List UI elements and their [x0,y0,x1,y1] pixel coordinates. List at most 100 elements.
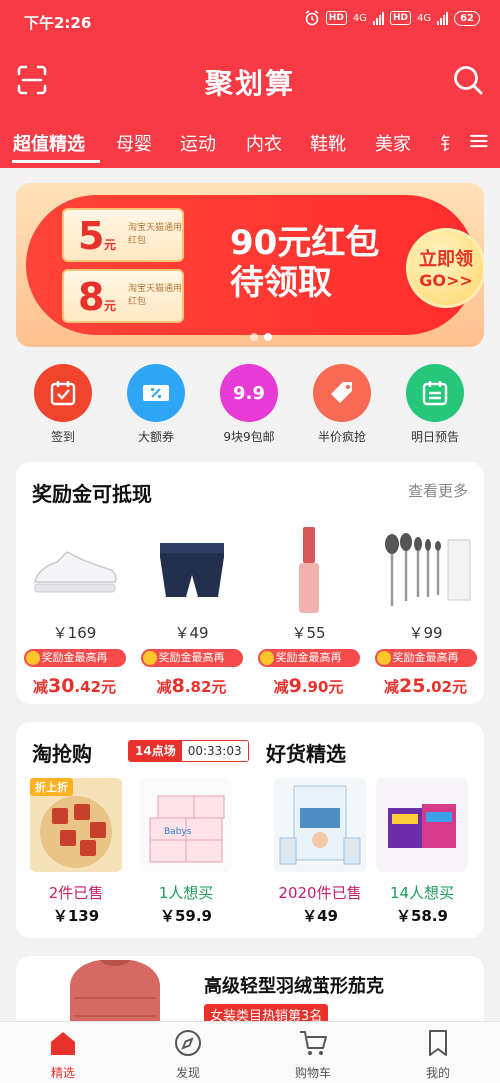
discount-amount: 减25.02元 [367,675,484,697]
category-tabs: 超值精选 母婴 运动 内衣 鞋靴 美家 钅 [0,118,500,164]
nav-featured[interactable]: 精选 [23,1028,103,1081]
svg-text:Babys: Babys [164,827,192,837]
page-title: 聚划算 [204,67,295,100]
tab-baby[interactable]: 母婴 [116,130,152,156]
tab-sports[interactable]: 运动 [180,130,216,156]
quick-label: 签到 [50,430,75,444]
session-label: 14点场 [129,741,182,761]
milk-powder-image [274,778,366,872]
discount-main: 25 [398,675,426,697]
pads-image [376,778,468,872]
sale-price: ￥139 [52,907,100,925]
coin-icon [25,651,40,665]
quick-half-price[interactable]: 半价疯抢 [296,364,388,445]
active-tab-indicator [12,160,100,163]
menu-icon[interactable] [462,128,490,154]
product-card[interactable]: ￥55 奖励金最高再 减9.90元 [250,522,367,697]
signal-icon [372,11,384,25]
nav-cart[interactable]: 购物车 [273,1028,353,1081]
price-9-9-icon: 9.9 [220,364,278,422]
discount-main: 8 [171,675,185,697]
reward-tag-label: 奖励金最高再 [392,651,459,664]
tissue-image: Babys [140,778,232,872]
tab-home[interactable]: 美家 [375,130,411,156]
product-card[interactable]: ￥99 奖励金最高再 减25.02元 [367,522,484,697]
claim-label: 立即领 [419,249,473,270]
discount-prefix: 减 [383,678,399,696]
reward-section: 奖励金可抵现 查看更多 ￥169 奖励金最高再 减30.42元 ￥49 奖励金最… [16,462,484,704]
tab-underwear[interactable]: 内衣 [246,130,282,156]
flash-sale-item[interactable]: Babys 1人想买 ￥59.9 [136,778,236,926]
search-icon[interactable] [452,64,484,96]
hd-badge-2: HD [389,11,411,25]
sale-stat: 2件已售 [48,884,104,902]
view-more-link[interactable]: 查看更多 [408,480,468,501]
product-price: ￥99 [408,624,443,642]
banner-headline-line2: 待领取 [230,263,332,303]
good-pick-item[interactable]: 14人想买 ￥58.9 [372,778,472,926]
sale-price: ￥59.9 [159,907,212,925]
product-card[interactable]: ￥169 奖励金最高再 减30.42元 [16,522,133,697]
product-price: ￥55 [291,624,326,642]
quick-nine-nine[interactable]: 9.9 9块9包邮 [203,364,295,445]
good-pick-item[interactable]: 2020件已售 ￥49 [270,778,370,926]
status-bar: 下午2:26 HD 4G HD 4G 62 [0,0,500,42]
discount-tail: .42元 [74,678,117,696]
sale-stat: 1人想买 [158,884,214,902]
calendar-icon [406,364,464,422]
discount-tail: .02元 [425,678,468,696]
sale-stat: 14人想买 [389,884,455,902]
coupon-card: 8 元 淘宝天猫通用红包 [62,269,184,323]
reward-tag: 奖励金最高再 [23,649,126,667]
status-indicators: HD 4G HD 4G 62 [304,10,480,26]
quick-label: 大额券 [137,430,174,444]
quick-big-coupon[interactable]: 大额券 [110,364,202,445]
discount-prefix: 减 [156,678,172,696]
cart-icon [300,1031,327,1055]
tab-super-value[interactable]: 超值精选 [13,130,85,156]
reward-tag: 奖励金最高再 [140,649,243,667]
reward-tag-label: 奖励金最高再 [41,651,108,664]
price-tag-icon [313,364,371,422]
top-header: 聚划算 [0,50,500,112]
coupon-amount: 8 [78,275,105,319]
coupon-amount: 5 [78,214,105,258]
flash-sale-section: 淘抢购 14点场 00:33:03 好货精选 折上折 2件已售 ￥139 Bab… [16,722,484,938]
product-card[interactable]: ￥49 奖励金最高再 减8.82元 [133,522,250,697]
flash-sale-item[interactable]: 折上折 2件已售 ￥139 [26,778,126,926]
good-picks-title[interactable]: 好货精选 [266,738,346,767]
go-label: GO>> [419,271,473,290]
coupon-unit: 元 [104,299,117,313]
quick-tomorrow[interactable]: 明日预告 [389,364,481,445]
status-time: 下午2:26 [24,14,92,32]
discount-prefix: 减 [32,678,48,696]
nav-label: 发现 [175,1066,200,1080]
promo-banner[interactable]: 5 元 淘宝天猫通用红包 8 元 淘宝天猫通用红包 90元红包 待领取 立即领 … [16,183,484,347]
nav-discover[interactable]: 发现 [148,1028,228,1081]
alarm-icon [305,10,319,26]
discount-main: 30 [47,675,75,697]
claim-go-button[interactable]: 立即领 GO>> [406,228,484,308]
tab-shoes[interactable]: 鞋靴 [310,130,346,156]
bookmark-icon [429,1030,447,1056]
product-price: ￥49 [174,624,209,642]
hd-badge: HD [325,11,347,25]
coupon-unit: 元 [104,238,117,252]
discount-amount: 减9.90元 [250,675,367,697]
tab-partial[interactable]: 钅 [440,130,458,156]
sneaker-image [25,522,125,618]
flash-sale-title[interactable]: 淘抢购 [32,738,92,767]
reward-tag: 奖励金最高再 [374,649,477,667]
nav-label: 我的 [425,1066,450,1080]
nav-mine[interactable]: 我的 [398,1028,478,1081]
discount-badge: 折上折 [30,778,73,796]
quick-actions: 签到 大额券 9.9 9块9包邮 半价疯抢 明日预告 [0,364,500,448]
coupon-icon [127,364,185,422]
signal-icon-2 [437,11,449,25]
discount-amount: 减8.82元 [133,675,250,697]
calendar-check-icon [34,364,92,422]
quick-checkin[interactable]: 签到 [17,364,109,445]
banner-headline: 90元红包 待领取 [230,223,379,303]
nav-label: 购物车 [294,1066,331,1080]
coupon-desc: 淘宝天猫通用红包 [128,284,183,307]
